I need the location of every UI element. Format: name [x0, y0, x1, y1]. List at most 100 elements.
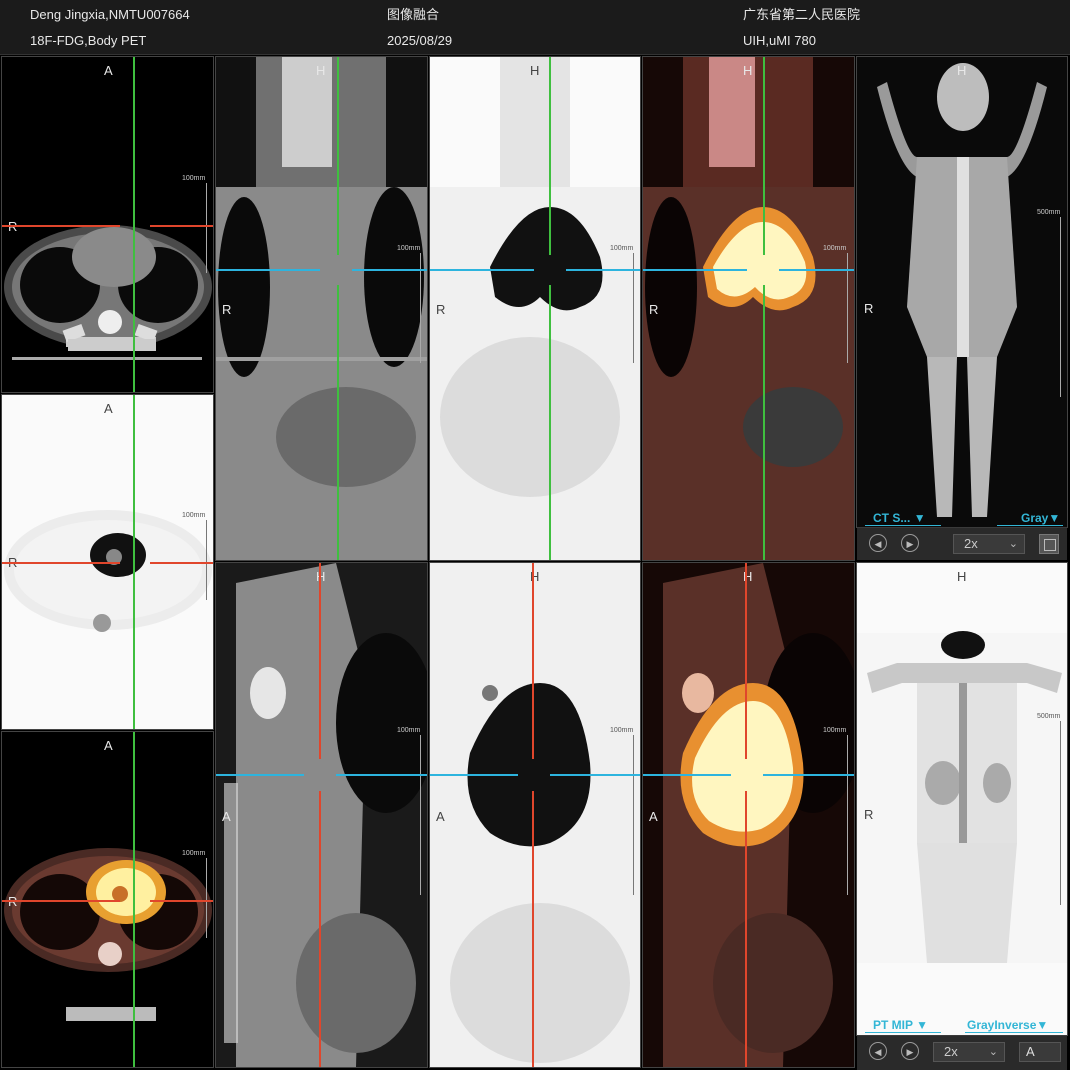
save-button[interactable] [1039, 534, 1059, 554]
prev-button[interactable]: ◀ [869, 534, 887, 552]
series-dropdown[interactable]: CT S... ▼ [873, 511, 926, 525]
crosshair-horizontal[interactable] [566, 269, 640, 271]
crosshair-horizontal[interactable] [216, 269, 320, 271]
scale-label: 100mm [610, 245, 634, 252]
crosshair-vertical[interactable] [532, 791, 534, 1067]
series-dropdown-underline [865, 1032, 941, 1033]
sagittal-pet-image [430, 563, 640, 1067]
axial-fusion-viewport[interactable]: A R 100mm [1, 731, 214, 1068]
pt-mip-viewport[interactable]: H R 500mm PT MIP ▼ GrayInverse▼ [856, 562, 1068, 1036]
dropdown-arrow-icon: ▼ [1048, 511, 1061, 525]
sagittal-ct-viewport[interactable]: H A 100mm [215, 562, 428, 1068]
scale-label: 500mm [1037, 713, 1061, 720]
zoom-select[interactable]: 2x ⌄ [933, 1042, 1005, 1062]
crosshair-horizontal[interactable] [150, 562, 213, 564]
ct-mip-image [857, 57, 1067, 527]
chevron-down-icon: ⌄ [988, 1046, 998, 1058]
next-button[interactable]: ▶ [901, 1042, 919, 1060]
orientation-anterior: A [649, 809, 658, 824]
axial-pet-viewport[interactable]: A R 100mm [1, 394, 214, 730]
crosshair-horizontal[interactable] [2, 562, 120, 564]
orientation-right: R [649, 302, 659, 317]
crosshair-vertical[interactable] [133, 732, 135, 1067]
coronal-pet-viewport[interactable]: H R 100mm [429, 56, 641, 561]
scale-bar [841, 735, 848, 895]
coronal-ct-viewport[interactable]: H R 100mm [215, 56, 428, 561]
dropdown-arrow-icon: ▼ [1036, 1018, 1049, 1032]
orientation-head: H [957, 63, 967, 78]
crosshair-horizontal[interactable] [2, 900, 120, 902]
crosshair-horizontal[interactable] [150, 900, 213, 902]
crosshair-horizontal[interactable] [430, 774, 518, 776]
crosshair-vertical[interactable] [745, 791, 747, 1067]
scale-bar [627, 735, 634, 895]
orientation-anterior: A [222, 809, 231, 824]
crosshair-vertical[interactable] [532, 563, 534, 759]
axial-ct-viewport[interactable]: A R 100mm [1, 56, 214, 393]
crosshair-horizontal[interactable] [216, 774, 304, 776]
pt-mip-controls: ◀ ▶ 2x ⌄ A [857, 1035, 1067, 1070]
crosshair-horizontal[interactable] [643, 269, 747, 271]
scale-label: 100mm [823, 245, 847, 252]
crosshair-vertical[interactable] [337, 285, 339, 560]
orientation-anterior: A [104, 738, 113, 753]
lut-dropdown[interactable]: GrayInverse▼ [967, 1018, 1048, 1032]
next-button[interactable]: ▶ [901, 534, 919, 552]
scale-label: 100mm [182, 175, 206, 182]
crosshair-vertical[interactable] [133, 57, 135, 392]
orientation-input[interactable]: A [1019, 1042, 1061, 1062]
crosshair-horizontal[interactable] [763, 774, 854, 776]
crosshair-vertical[interactable] [763, 285, 765, 560]
orientation-head: H [743, 63, 753, 78]
crosshair-horizontal[interactable] [643, 774, 731, 776]
view-mode: 图像融合 [387, 7, 440, 22]
crosshair-horizontal[interactable] [336, 774, 427, 776]
crosshair-vertical[interactable] [763, 57, 765, 255]
coronal-fusion-viewport[interactable]: H R 100mm [642, 56, 855, 561]
chevron-left-icon: ◀ [874, 539, 882, 549]
coronal-fusion-image [643, 57, 854, 560]
zoom-select[interactable]: 2x ⌄ [953, 534, 1025, 554]
scale-bar [414, 735, 421, 895]
crosshair-vertical[interactable] [549, 57, 551, 255]
crosshair-horizontal[interactable] [2, 225, 120, 227]
crosshair-horizontal[interactable] [352, 269, 427, 271]
scale-bar [200, 858, 207, 938]
scale-label: 100mm [182, 512, 206, 519]
crosshair-vertical[interactable] [319, 563, 321, 759]
crosshair-horizontal[interactable] [430, 269, 534, 271]
dropdown-arrow-icon: ▼ [913, 511, 926, 525]
ct-mip-viewport[interactable]: H R 500mm CT S... ▼ Gray▼ [856, 56, 1068, 528]
dropdown-arrow-icon: ▼ [916, 1018, 929, 1032]
sagittal-fusion-image [643, 563, 854, 1067]
sagittal-fusion-viewport[interactable]: H A 100mm [642, 562, 855, 1068]
chevron-right-icon: ▶ [906, 1047, 914, 1057]
chevron-left-icon: ◀ [874, 1047, 882, 1057]
crosshair-vertical[interactable] [745, 563, 747, 759]
orientation-right: R [222, 302, 232, 317]
prev-button[interactable]: ◀ [869, 1042, 887, 1060]
orientation-anterior: A [436, 809, 445, 824]
crosshair-vertical[interactable] [337, 57, 339, 255]
lut-dropdown[interactable]: Gray▼ [1021, 511, 1060, 525]
scale-label: 100mm [610, 727, 634, 734]
sagittal-pet-viewport[interactable]: H A 100mm [429, 562, 641, 1068]
coronal-pet-image [430, 57, 640, 560]
scanner-model: UIH,uMI 780 [743, 33, 816, 48]
chevron-right-icon: ▶ [906, 539, 914, 549]
crosshair-horizontal[interactable] [779, 269, 854, 271]
scale-bar [1054, 217, 1061, 397]
series-dropdown[interactable]: PT MIP ▼ [873, 1018, 928, 1032]
crosshair-vertical[interactable] [319, 791, 321, 1067]
crosshair-vertical[interactable] [133, 395, 135, 729]
scale-bar [200, 183, 207, 273]
crosshair-horizontal[interactable] [550, 774, 640, 776]
crosshair-vertical[interactable] [549, 285, 551, 560]
scale-label: 500mm [1037, 209, 1061, 216]
orientation-right: R [864, 301, 874, 316]
ct-mip-controls: ◀ ▶ 2x ⌄ [857, 527, 1067, 560]
crosshair-horizontal[interactable] [150, 225, 213, 227]
orientation-right: R [864, 807, 874, 822]
orientation-head: H [316, 63, 326, 78]
scale-bar [1054, 721, 1061, 905]
